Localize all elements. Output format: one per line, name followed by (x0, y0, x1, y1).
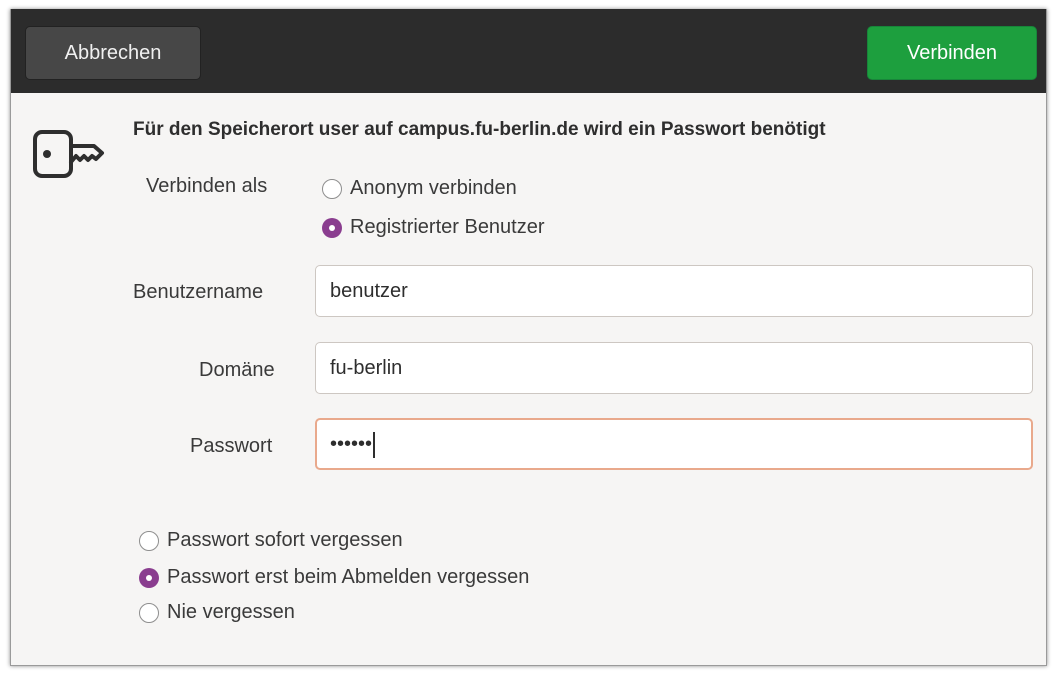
domain-label: Domäne (199, 359, 275, 381)
username-label: Benutzername (133, 281, 264, 303)
key-icon (33, 130, 104, 178)
radio-never-forget-indicator (139, 602, 159, 623)
radio-anonymous-indicator (322, 178, 342, 199)
password-label: Passwort (190, 435, 273, 457)
radio-anonymous[interactable]: Anonym verbinden (322, 177, 517, 200)
radio-anonymous-label: Anonym verbinden (350, 177, 517, 199)
radio-registered-user[interactable]: Registrierter Benutzer (322, 216, 545, 239)
radio-forget-on-logout-label: Passwort erst beim Abmelden vergessen (167, 566, 530, 588)
radio-forget-immediately-indicator (139, 530, 159, 551)
password-field[interactable]: •••••• (315, 418, 1033, 470)
domain-field[interactable]: fu-berlin (315, 342, 1033, 394)
username-field[interactable]: benutzer (315, 265, 1033, 317)
radio-forget-immediately[interactable]: Passwort sofort vergessen (139, 529, 403, 552)
radio-forget-on-logout[interactable]: Passwort erst beim Abmelden vergessen (139, 566, 529, 589)
connect-as-label: Verbinden als (146, 175, 268, 197)
radio-forget-on-logout-indicator (139, 567, 159, 588)
dialog-header: Abbrechen Verbinden (11, 9, 1046, 93)
radio-registered-user-label: Registrierter Benutzer (350, 216, 545, 238)
screenshot-frame: Abbrechen Verbinden Für den Speicherort … (0, 0, 1057, 675)
password-value: •••••• (330, 433, 373, 455)
radio-never-forget[interactable]: Nie vergessen (139, 601, 295, 624)
dialog-message: Für den Speicherort user auf campus.fu-b… (133, 119, 826, 140)
radio-registered-user-indicator (322, 217, 342, 238)
password-dialog: Abbrechen Verbinden Für den Speicherort … (10, 9, 1047, 666)
radio-never-forget-label: Nie vergessen (167, 601, 295, 623)
cancel-button[interactable]: Abbrechen (25, 26, 201, 80)
connect-button[interactable]: Verbinden (867, 26, 1037, 80)
radio-forget-immediately-label: Passwort sofort vergessen (167, 529, 403, 551)
text-caret (373, 431, 375, 458)
